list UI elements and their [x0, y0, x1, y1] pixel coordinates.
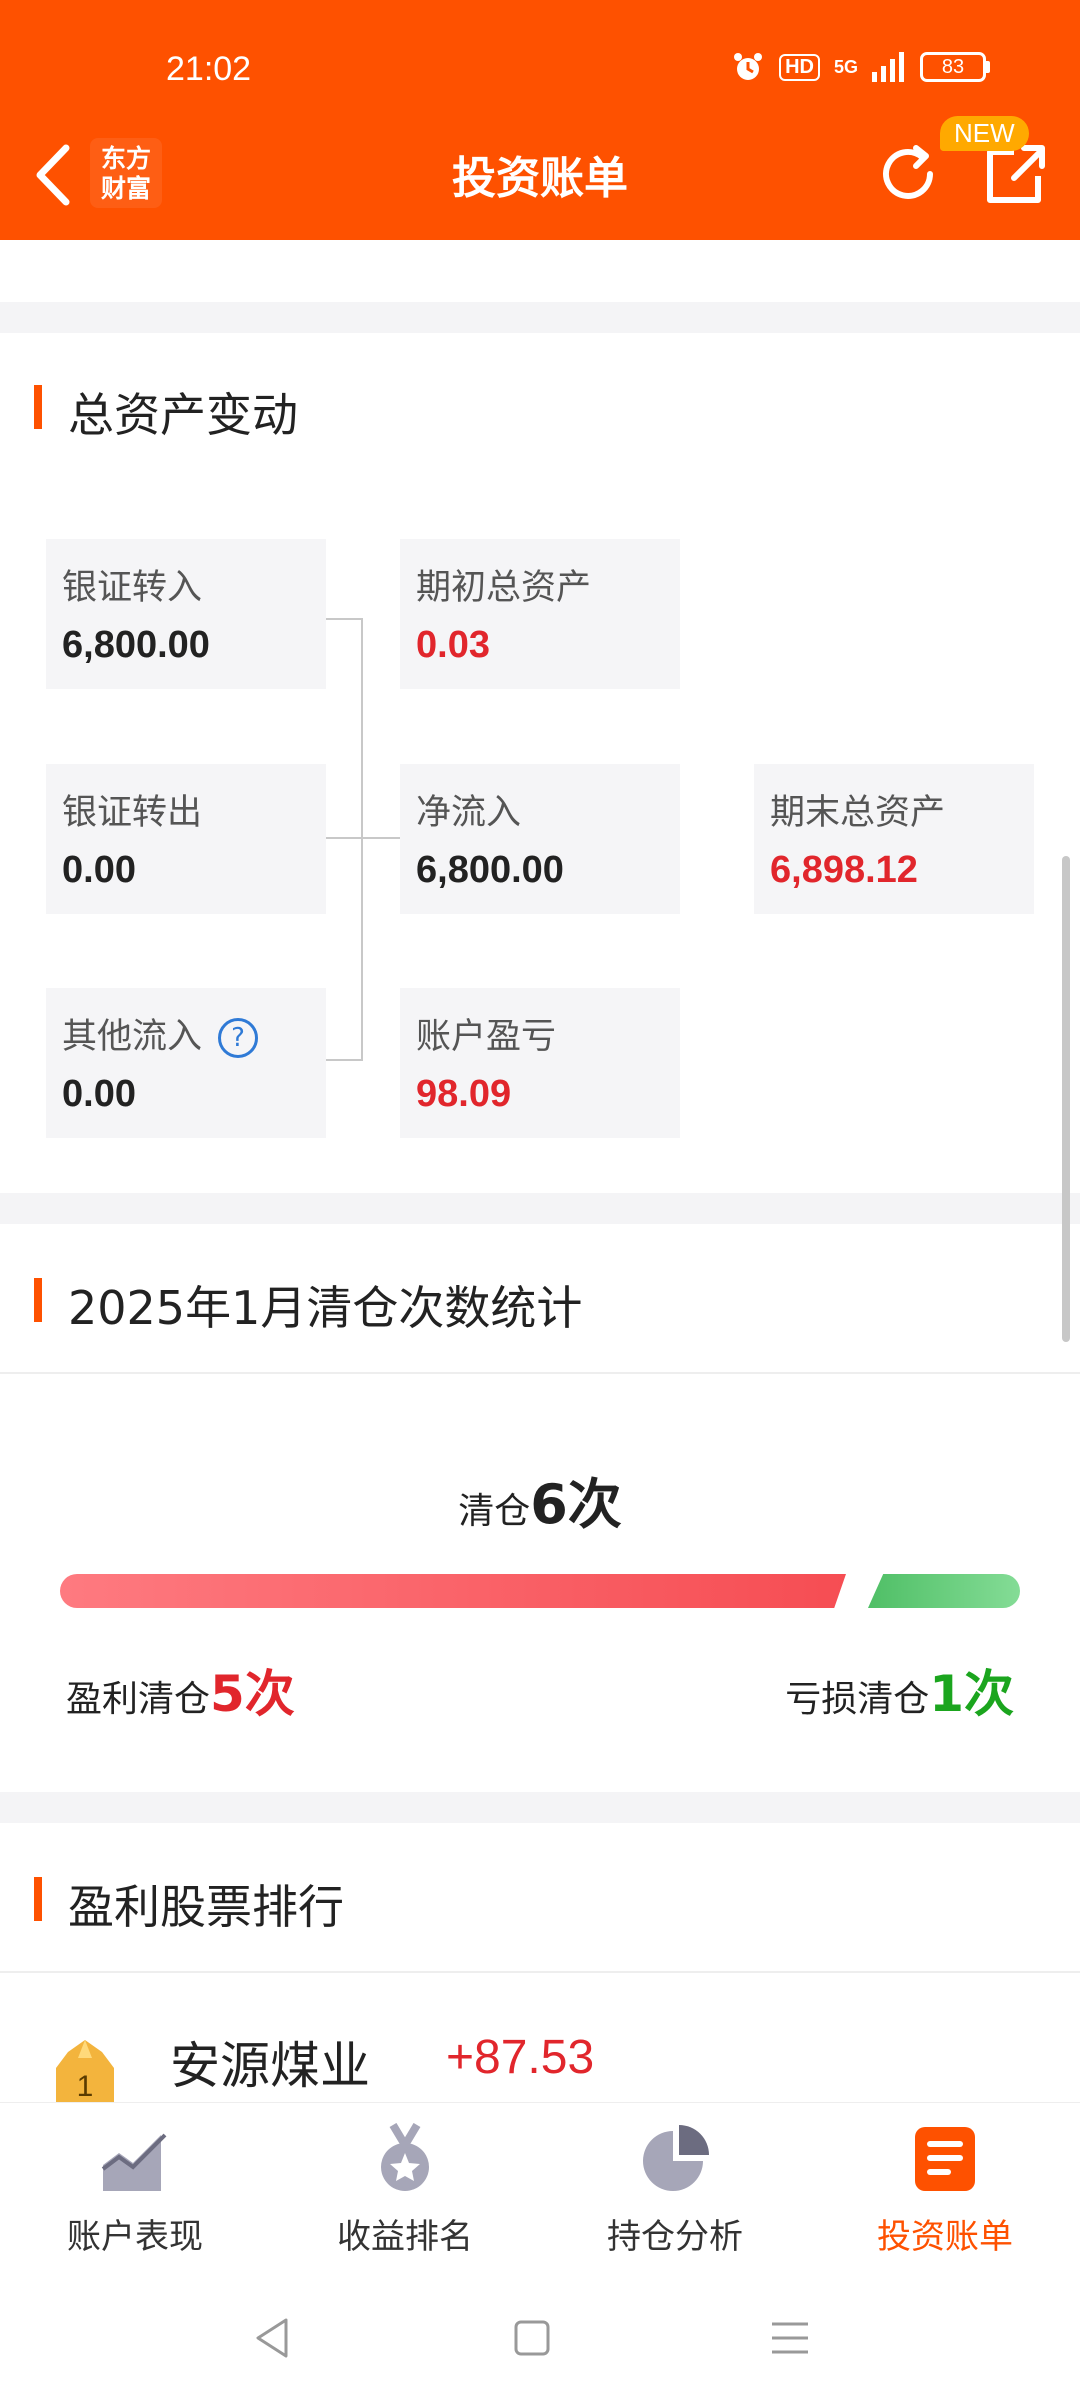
battery-icon: 83: [920, 52, 990, 82]
other-in-label: 其他流入?: [62, 1008, 326, 1059]
tab-investment-bill[interactable]: 投资账单: [810, 2103, 1080, 2278]
pnl-label: 账户盈亏: [416, 1017, 557, 1057]
net-in-value: 6,800.00: [416, 849, 564, 891]
loss-clearing-bar: [868, 1574, 1020, 1608]
pnl-value: 98.09: [416, 1073, 512, 1115]
system-nav-bar: [0, 2278, 1080, 2400]
other-in-value: 0.00: [62, 1073, 136, 1115]
section-title-asset-change: 总资产变动: [34, 379, 298, 445]
begin-total-assets-cell: 期初总资产 0.03: [400, 539, 680, 689]
top-bar: 21:02 HD 5G 83 东方 财富 投资账单 NEW: [0, 0, 1080, 240]
net-inflow-cell: 净流入 6,800.00: [400, 764, 680, 914]
scrollbar[interactable]: [1062, 856, 1070, 1342]
new-badge: NEW: [940, 116, 1029, 151]
bank-out-label: 银证转出: [62, 793, 203, 833]
medal-icon: [381, 2122, 429, 2191]
back-triangle-icon[interactable]: [250, 2314, 298, 2362]
end-total-assets-cell: 期末总资产 6,898.12: [754, 764, 1034, 914]
top-strip: [0, 240, 1080, 302]
asset-change-card: 总资产变动 银证转入 6,800.00 银证转出 0.00 其他流入? 0.00…: [0, 333, 1080, 1193]
bank-transfer-in-cell: 银证转入 6,800.00: [46, 539, 326, 689]
status-time: 21:02: [166, 50, 252, 88]
hd-indicator: HD: [779, 53, 820, 81]
refresh-icon[interactable]: [872, 138, 944, 210]
connector-line: [361, 618, 363, 1061]
other-inflow-cell: 其他流入? 0.00: [46, 988, 326, 1138]
home-square-icon[interactable]: [508, 2314, 556, 2362]
section-title-ranking: 盈利股票排行: [34, 1871, 344, 1937]
crown-rank-icon: 1: [56, 2040, 114, 2108]
clearing-total: 清仓6次: [458, 1473, 622, 1536]
connector-line: [326, 1059, 362, 1061]
pie-chart-icon: [643, 2125, 709, 2191]
loss-clearing-count: 亏损清仓1次: [785, 1665, 1014, 1723]
end-total-label: 期末总资产: [770, 793, 946, 833]
end-total-value: 6,898.12: [770, 849, 918, 891]
bill-icon: [915, 2127, 975, 2191]
account-pnl-cell: 账户盈亏 98.09: [400, 988, 680, 1138]
status-icons: HD 5G 83: [731, 50, 990, 84]
help-icon[interactable]: ?: [218, 1018, 259, 1058]
section-title-clearing: 2025年1月清仓次数统计: [34, 1272, 582, 1338]
signal-icon: [872, 52, 904, 82]
net-in-label: 净流入: [416, 793, 522, 833]
profit-clearing-count: 盈利清仓5次: [66, 1665, 295, 1723]
network-indicator: 5G: [833, 56, 858, 77]
tab-position-analysis[interactable]: 持仓分析: [540, 2103, 810, 2278]
alarm-icon: [734, 53, 763, 80]
begin-total-value: 0.03: [416, 624, 490, 666]
stock-gain: +87.53: [446, 2031, 595, 2084]
profit-clearing-bar: [60, 1574, 846, 1608]
divider: [0, 1372, 1080, 1374]
tab-account-performance[interactable]: 账户表现: [0, 2103, 270, 2278]
bank-in-label: 银证转入: [62, 568, 203, 608]
menu-lines-icon[interactable]: [766, 2314, 814, 2362]
bank-transfer-out-cell: 银证转出 0.00: [46, 764, 326, 914]
stock-name: 安源煤业: [170, 2037, 370, 2095]
svg-text:1: 1: [77, 2070, 94, 2103]
begin-total-label: 期初总资产: [416, 568, 592, 608]
connector-line: [326, 837, 400, 839]
tab-earnings-ranking[interactable]: 收益排名: [270, 2103, 540, 2278]
list-item[interactable]: 1 安源煤业 +87.53: [0, 1972, 1080, 2108]
bank-in-value: 6,800.00: [62, 624, 210, 666]
bank-out-value: 0.00: [62, 849, 136, 891]
chart-trend-icon: [101, 2133, 167, 2191]
connector-line: [326, 618, 362, 620]
bottom-tab-bar: 账户表现 收益排名 持仓分析 投资账单: [0, 2102, 1080, 2278]
